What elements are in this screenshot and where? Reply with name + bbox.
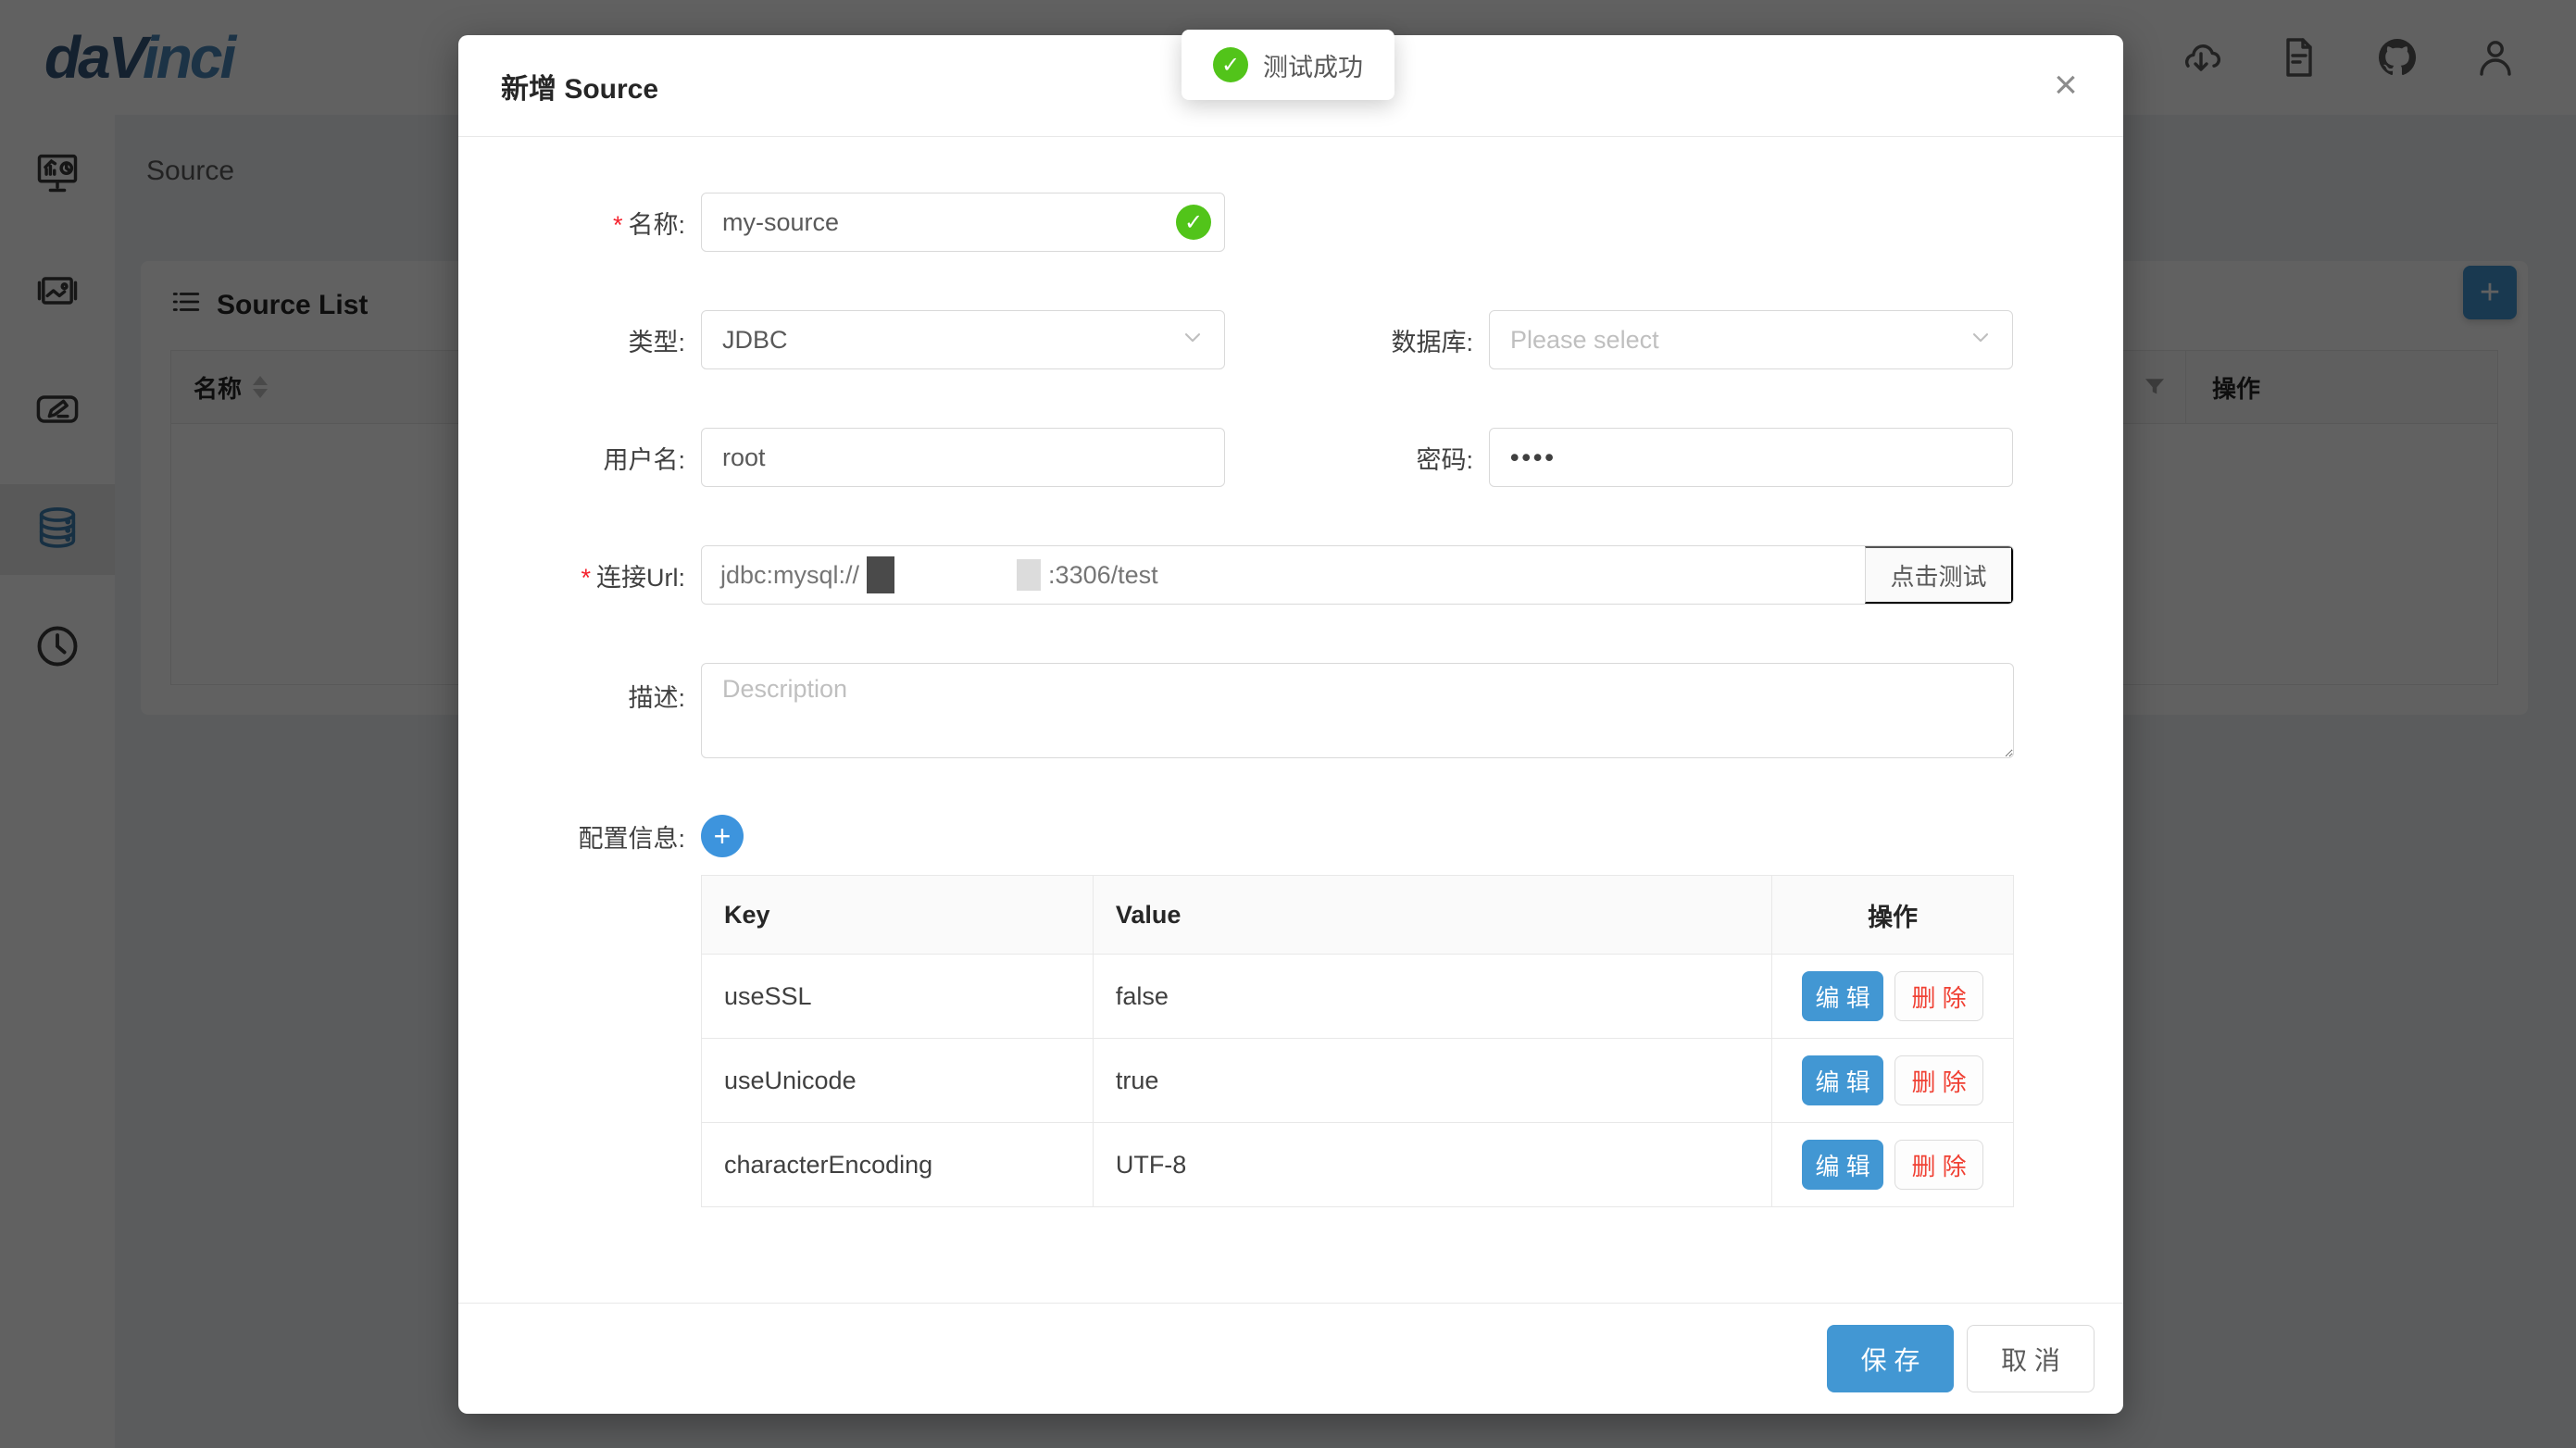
database-field-wrap: Please select	[1489, 310, 2013, 369]
name-form-row: *名称: ✓	[458, 193, 2123, 252]
url-row: *连接Url: jdbc:mysql:// :3306/test 点击测试	[458, 545, 2123, 605]
delete-button[interactable]: 删 除	[1894, 971, 1983, 1021]
url-suffix-text: :3306/test	[1048, 561, 1158, 590]
type-label: 类型:	[458, 322, 685, 358]
table-row: useUnicode true 编 辑删 除	[702, 1039, 2014, 1123]
cancel-button[interactable]: 取 消	[1967, 1325, 2095, 1392]
config-row: 配置信息: +	[458, 815, 2123, 857]
database-select-placeholder: Please select	[1510, 326, 1659, 355]
url-prefix-text: jdbc:mysql://	[720, 561, 859, 590]
database-label: 数据库:	[1225, 322, 1473, 358]
action-header: 操作	[1772, 876, 2014, 955]
value-header: Value	[1093, 876, 1771, 955]
password-field-wrap	[1489, 428, 2013, 487]
config-value: UTF-8	[1093, 1123, 1771, 1207]
valid-check-icon: ✓	[1176, 205, 1211, 240]
config-label: 配置信息:	[458, 818, 685, 855]
required-mark: *	[613, 211, 623, 239]
close-icon[interactable]: ×	[2040, 59, 2092, 111]
success-toast: ✓ 测试成功	[1182, 30, 1394, 100]
test-connection-button[interactable]: 点击测试	[1865, 546, 2013, 604]
table-row: useSSL false 编 辑删 除	[702, 955, 2014, 1039]
database-select[interactable]: Please select	[1489, 310, 2013, 369]
config-key: characterEncoding	[702, 1123, 1094, 1207]
type-field-wrap: JDBC	[701, 310, 1225, 369]
password-label: 密码:	[1225, 440, 1473, 476]
config-value: true	[1093, 1039, 1771, 1123]
name-label: *名称:	[458, 205, 685, 241]
config-actions: 编 辑删 除	[1772, 1123, 2014, 1207]
password-input[interactable]	[1489, 428, 2013, 487]
modal-body: *名称: ✓ 类型: JDBC 数据库: Please selec	[458, 137, 2123, 1207]
config-key: useUnicode	[702, 1039, 1094, 1123]
description-label: 描述:	[458, 663, 685, 714]
description-row: 描述:	[458, 663, 2123, 763]
save-button[interactable]: 保 存	[1827, 1325, 1954, 1392]
edit-button[interactable]: 编 辑	[1802, 971, 1883, 1021]
chevron-down-icon	[1968, 324, 1994, 356]
username-input[interactable]	[701, 428, 1225, 487]
required-mark: *	[581, 564, 591, 592]
type-select-value: JDBC	[722, 326, 788, 355]
config-key: useSSL	[702, 955, 1094, 1039]
username-field-wrap	[701, 428, 1225, 487]
credentials-row: 用户名: 密码:	[458, 428, 2123, 487]
url-input-group: jdbc:mysql:// :3306/test 点击测试	[701, 545, 2014, 605]
add-config-button[interactable]: +	[701, 815, 744, 857]
edit-button[interactable]: 编 辑	[1802, 1055, 1883, 1105]
config-table-header-row: Key Value 操作	[702, 876, 2014, 955]
check-circle-icon: ✓	[1213, 47, 1248, 82]
type-select[interactable]: JDBC	[701, 310, 1225, 369]
description-textarea[interactable]	[701, 663, 2014, 758]
description-field-wrap	[701, 663, 2014, 763]
config-actions: 编 辑删 除	[1772, 955, 2014, 1039]
chevron-down-icon	[1180, 324, 1206, 356]
plus-icon: +	[714, 821, 732, 851]
type-database-row: 类型: JDBC 数据库: Please select	[458, 310, 2123, 369]
modal-footer: 保 存 取 消	[458, 1303, 2123, 1414]
delete-button[interactable]: 删 除	[1894, 1140, 1983, 1190]
url-label: *连接Url:	[458, 557, 685, 593]
add-source-modal: 新增 Source × *名称: ✓ 类型: JDBC 数据库:	[458, 35, 2123, 1414]
config-table: Key Value 操作 useSSL false 编 辑删 除 useUn	[701, 875, 2014, 1207]
toast-message: 测试成功	[1263, 47, 1363, 83]
username-label: 用户名:	[458, 440, 685, 476]
key-header: Key	[702, 876, 1094, 955]
redacted-host-block-2	[1017, 559, 1041, 591]
table-row: characterEncoding UTF-8 编 辑删 除	[702, 1123, 2014, 1207]
modal-title: 新增 Source	[501, 66, 658, 106]
config-actions: 编 辑删 除	[1772, 1039, 2014, 1123]
connection-url-input[interactable]: jdbc:mysql:// :3306/test	[702, 546, 1865, 604]
name-input[interactable]	[701, 193, 1225, 252]
edit-button[interactable]: 编 辑	[1802, 1140, 1883, 1190]
davinci-app-screen: daVinci	[0, 0, 2576, 1448]
delete-button[interactable]: 删 除	[1894, 1055, 1983, 1105]
redacted-host-block	[867, 556, 894, 593]
name-field-wrap: ✓	[701, 193, 1225, 252]
config-value: false	[1093, 955, 1771, 1039]
